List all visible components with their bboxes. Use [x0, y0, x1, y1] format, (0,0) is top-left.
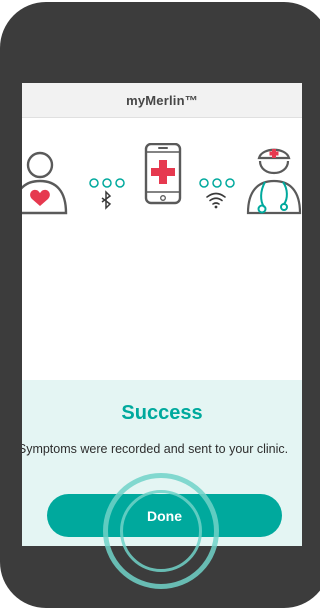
- success-message: Symptoms were recorded and sent to your …: [22, 442, 289, 456]
- done-button[interactable]: Done: [47, 494, 282, 537]
- app-title: myMerlin™: [126, 92, 198, 108]
- app-screen: myMerlin™ Success Symptoms were recorded…: [22, 83, 302, 546]
- connection-illustration: [22, 143, 302, 215]
- doctor-icon: [246, 148, 302, 215]
- wifi-icon: [206, 192, 226, 209]
- app-header: myMerlin™: [22, 83, 302, 118]
- success-panel: Success Symptoms were recorded and sent …: [22, 380, 302, 546]
- connection-dots-left: [89, 178, 125, 188]
- phone-frame: myMerlin™ Success Symptoms were recorded…: [0, 2, 320, 608]
- phone-medical-cross-icon: [144, 143, 182, 205]
- bluetooth-icon: [101, 190, 112, 210]
- connection-dots-right: [199, 178, 235, 188]
- patient-heart-icon: [22, 151, 68, 215]
- success-heading: Success: [121, 402, 203, 424]
